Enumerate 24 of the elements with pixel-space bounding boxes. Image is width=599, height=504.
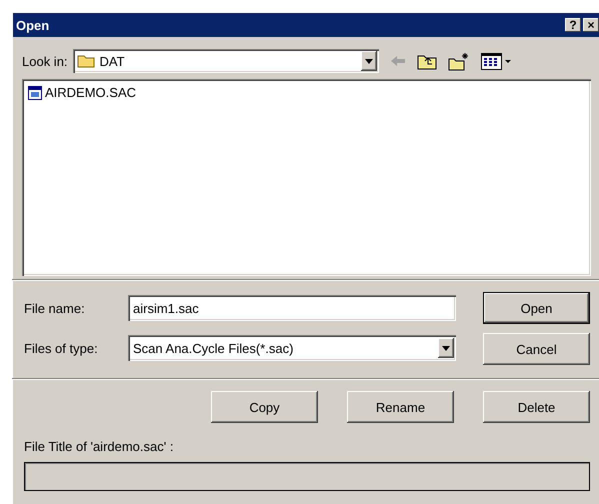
file-icon xyxy=(28,86,42,100)
file-title-label: File Title of 'airdemo.sac' : xyxy=(24,439,174,454)
file-type-dropdown[interactable]: Scan Ana.Cycle Files(*.sac) xyxy=(128,335,456,361)
open-button[interactable]: Open xyxy=(483,292,590,324)
window-title: Open xyxy=(16,18,50,32)
dropdown-arrow-icon xyxy=(364,58,373,64)
close-button[interactable]: × xyxy=(583,18,599,32)
up-folder-icon[interactable] xyxy=(416,52,437,70)
view-menu-icon[interactable] xyxy=(480,52,511,70)
cancel-button[interactable]: Cancel xyxy=(483,333,590,365)
look-in-value: DAT xyxy=(100,54,126,68)
file-type-label: Files of type: xyxy=(24,340,99,356)
look-in-label: Look in: xyxy=(22,54,68,68)
copy-button[interactable]: Copy xyxy=(211,391,318,423)
dropdown-arrow-icon xyxy=(442,346,450,350)
file-name-field[interactable]: airsim1.sac xyxy=(128,295,456,321)
look-in-dropdown[interactable]: DAT xyxy=(72,49,379,73)
file-name-label: File name: xyxy=(24,300,86,316)
new-folder-icon[interactable] xyxy=(448,52,470,70)
rename-button[interactable]: Rename xyxy=(347,391,454,423)
help-button[interactable]: ? xyxy=(565,18,581,32)
folder-icon xyxy=(76,54,95,68)
file-item[interactable]: AIRDEMO.SAC xyxy=(26,83,138,102)
delete-button[interactable]: Delete xyxy=(483,391,590,423)
